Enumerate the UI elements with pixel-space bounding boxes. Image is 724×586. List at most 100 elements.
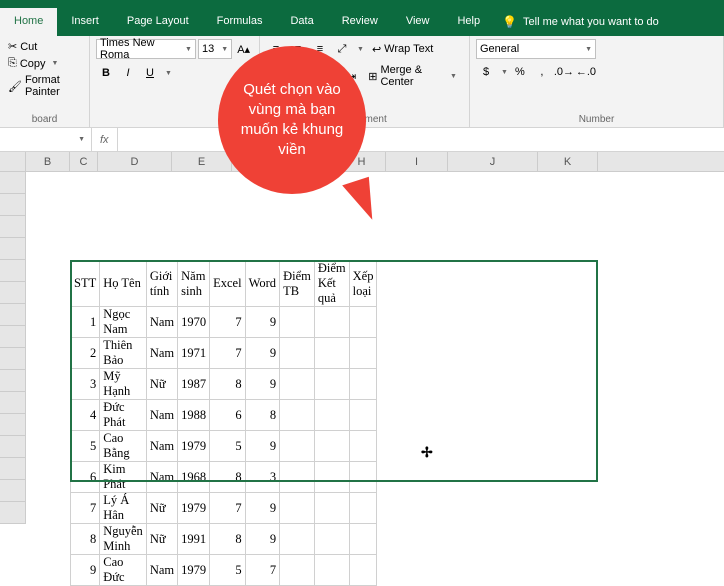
table-cell[interactable] [280,338,315,369]
col-header[interactable]: K [538,152,598,171]
table-header-cell[interactable]: Điểm Kết quả [314,261,349,307]
table-cell[interactable]: 1987 [178,369,210,400]
name-box[interactable]: ▼ [0,128,92,151]
row-header[interactable] [0,326,26,348]
table-cell[interactable] [280,400,315,431]
increase-decimal-icon[interactable]: .0→ [554,62,574,82]
table-cell[interactable]: 1979 [178,493,210,524]
table-cell[interactable]: 5 [210,431,245,462]
table-cell[interactable] [280,431,315,462]
row-header[interactable] [0,304,26,326]
table-cell[interactable] [314,307,349,338]
table-cell[interactable]: Nữ [146,524,177,555]
table-cell[interactable]: Nguyễn Minh [100,524,147,555]
tab-view[interactable]: View [392,8,444,36]
format-painter-button[interactable]: 🖌Format Painter [6,73,83,99]
table-cell[interactable]: Lý Á Hân [100,493,147,524]
row-header[interactable] [0,480,26,502]
table-cell[interactable]: 3 [245,462,279,493]
cut-button[interactable]: ✂Cut [6,39,83,54]
table-cell[interactable]: Mỹ Hạnh [100,369,147,400]
table-cell[interactable]: 4 [71,400,100,431]
table-cell[interactable]: 5 [71,431,100,462]
table-cell[interactable] [280,307,315,338]
table-cell[interactable]: 7 [210,338,245,369]
col-header[interactable]: J [448,152,538,171]
row-header[interactable] [0,436,26,458]
table-cell[interactable]: 7 [245,555,279,586]
table-cell[interactable]: 1979 [178,555,210,586]
table-header-cell[interactable]: Năm sinh [178,261,210,307]
table-cell[interactable]: Kim Phát [100,462,147,493]
row-header[interactable] [0,260,26,282]
row-header[interactable] [0,414,26,436]
table-cell[interactable] [280,555,315,586]
table-cell[interactable]: 2 [71,338,100,369]
table-cell[interactable]: 1968 [178,462,210,493]
table-header-cell[interactable]: Xếp loại [349,261,377,307]
tell-me-search[interactable]: 💡 Tell me what you want to do [494,8,667,36]
table-cell[interactable]: 9 [245,431,279,462]
col-header[interactable]: I [386,152,448,171]
row-header[interactable] [0,238,26,260]
table-cell[interactable]: 1988 [178,400,210,431]
fx-icon[interactable]: fx [92,128,118,151]
percent-icon[interactable]: % [510,62,530,82]
table-header-cell[interactable]: Word [245,261,279,307]
tab-home[interactable]: Home [0,8,57,36]
table-cell[interactable]: Nữ [146,369,177,400]
table-cell[interactable]: Cao Bằng [100,431,147,462]
table-cell[interactable] [280,524,315,555]
table-cell[interactable]: 6 [71,462,100,493]
table-cell[interactable] [349,524,377,555]
table-cell[interactable]: Nam [146,307,177,338]
tab-page-layout[interactable]: Page Layout [113,8,203,36]
table-cell[interactable]: 9 [245,369,279,400]
copy-button[interactable]: ⎘Copy▼ [6,56,83,71]
table-header-cell[interactable]: Giới tính [146,261,177,307]
table-cell[interactable]: 7 [71,493,100,524]
row-header[interactable] [0,348,26,370]
table-cell[interactable]: 3 [71,369,100,400]
table-header-cell[interactable]: Excel [210,261,245,307]
table-cell[interactable]: 1979 [178,431,210,462]
row-header[interactable] [0,216,26,238]
row-header[interactable] [0,194,26,216]
table-cell[interactable]: 8 [210,524,245,555]
tab-help[interactable]: Help [443,8,494,36]
table-cell[interactable] [314,369,349,400]
row-header[interactable] [0,370,26,392]
table-cell[interactable]: Nam [146,400,177,431]
table-cell[interactable] [349,493,377,524]
table-cell[interactable]: 8 [210,462,245,493]
table-cell[interactable]: 9 [245,493,279,524]
table-cell[interactable]: 1 [71,307,100,338]
table-cell[interactable] [314,524,349,555]
table-header-cell[interactable]: STT [71,261,100,307]
italic-button[interactable]: I [118,63,138,83]
table-cell[interactable] [349,555,377,586]
table-cell[interactable] [314,338,349,369]
tab-review[interactable]: Review [328,8,392,36]
table-cell[interactable]: Nam [146,338,177,369]
row-header[interactable] [0,458,26,480]
col-header[interactable]: C [70,152,98,171]
table-cell[interactable]: 1970 [178,307,210,338]
table-cell[interactable] [349,307,377,338]
table-cell[interactable] [349,369,377,400]
table-cell[interactable]: 6 [210,400,245,431]
table-cell[interactable] [349,400,377,431]
table-cell[interactable]: Nữ [146,493,177,524]
table-cell[interactable]: 1991 [178,524,210,555]
table-cell[interactable] [280,462,315,493]
row-header[interactable] [0,172,26,194]
table-cell[interactable]: 9 [245,524,279,555]
table-cell[interactable] [314,493,349,524]
table-cell[interactable]: Đức Phát [100,400,147,431]
table-cell[interactable] [314,555,349,586]
table-cell[interactable]: 8 [245,400,279,431]
table-header-cell[interactable]: Điểm TB [280,261,315,307]
table-cell[interactable]: Nam [146,462,177,493]
table-cell[interactable]: 7 [210,493,245,524]
table-cell[interactable]: 8 [210,369,245,400]
